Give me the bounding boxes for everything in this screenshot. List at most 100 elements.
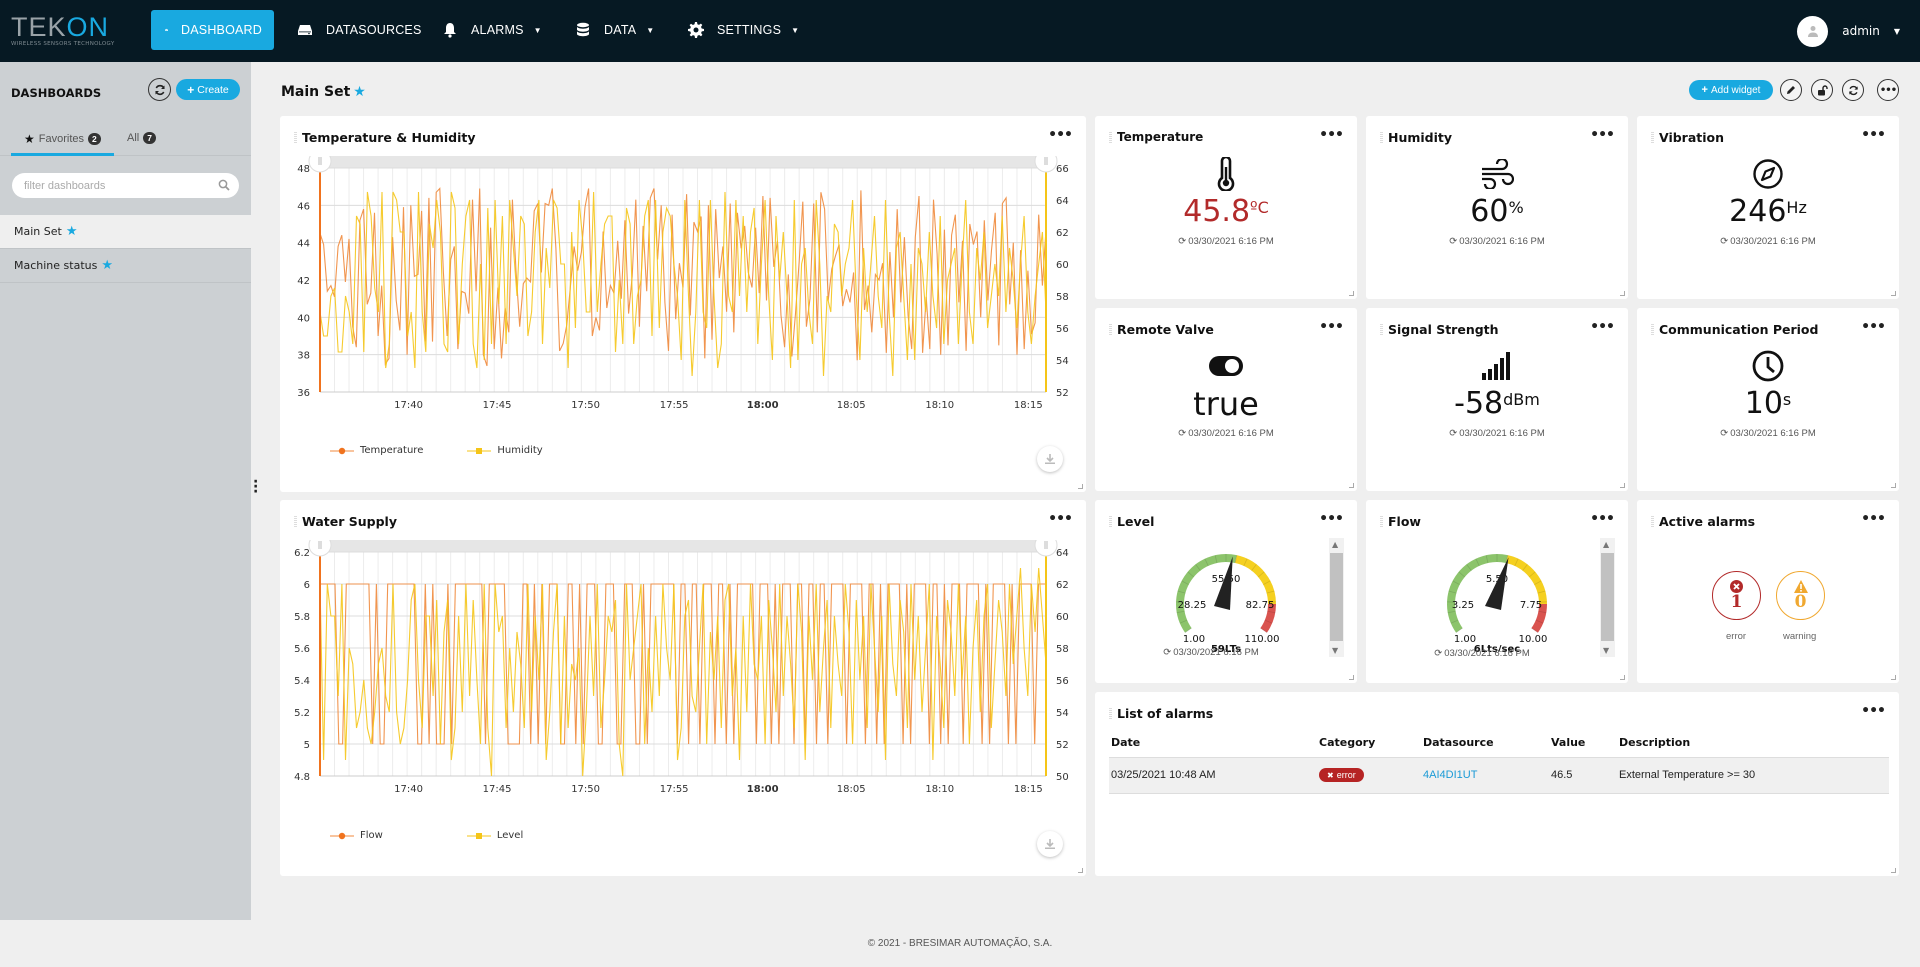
timestamp-text: 03/30/2021 6:16 PM (1459, 428, 1545, 439)
drag-handle[interactable] (1109, 516, 1112, 527)
resize-handle[interactable] (1349, 291, 1354, 296)
widget-temperature: Temperature ••• 45.8ºC ⟳ 03/30/2021 6:16 … (1095, 116, 1357, 299)
widget-menu-button[interactable]: ••• (1048, 511, 1073, 527)
tekon-logo[interactable]: TEKON WIRELESS SENSORS TECHNOLOGY (11, 14, 121, 48)
widget-menu-button[interactable]: ••• (1861, 127, 1886, 143)
widget-menu-button[interactable]: ••• (1861, 319, 1886, 335)
resize-handle[interactable] (1349, 483, 1354, 488)
widget-alarm-list: List of alarms ••• Date Category Datasou… (1095, 692, 1899, 876)
edit-dashboard-button[interactable] (1780, 79, 1802, 101)
warning-alarm-counter[interactable]: 0 (1776, 571, 1825, 620)
drag-handle[interactable] (294, 132, 297, 143)
download-chart-button[interactable] (1037, 831, 1063, 857)
filter-dashboards-input[interactable] (12, 173, 239, 198)
resize-handle[interactable] (1349, 675, 1354, 680)
widget-menu-button[interactable]: ••• (1861, 703, 1886, 719)
nav-datasources[interactable]: DATASOURCES (285, 10, 434, 50)
column-header-description[interactable]: Description (1617, 729, 1889, 757)
resize-handle[interactable] (1620, 483, 1625, 488)
legend-item-temperature[interactable]: Temperature (330, 445, 423, 456)
resize-handle[interactable] (1891, 291, 1896, 296)
drag-handle[interactable] (1109, 708, 1112, 719)
drag-handle[interactable] (1109, 132, 1112, 143)
favorite-star-icon[interactable]: ★ (353, 84, 366, 100)
error-alarm-counter[interactable]: 1 (1712, 571, 1761, 620)
column-header-date[interactable]: Date (1109, 729, 1317, 757)
create-dashboard-button[interactable]: + Create (176, 79, 240, 100)
drag-handle[interactable] (1651, 324, 1654, 335)
dashboard-item-main-set[interactable]: Main Set ★ (0, 215, 251, 249)
scrollbar-thumb[interactable] (1330, 553, 1343, 641)
widget-menu-button[interactable]: ••• (1861, 511, 1886, 527)
drag-handle[interactable] (1380, 516, 1383, 527)
nav-data[interactable]: DATA ▼ (563, 10, 666, 50)
legend-circle-marker (330, 832, 354, 839)
toggle-on-icon[interactable] (1208, 354, 1244, 378)
nav-settings[interactable]: SETTINGS ▼ (676, 10, 811, 50)
resize-handle[interactable] (1891, 868, 1896, 873)
scroll-up-arrow[interactable]: ▲ (1603, 540, 1609, 549)
resize-handle[interactable] (1078, 868, 1083, 873)
resize-handle[interactable] (1891, 483, 1896, 488)
y-right-tick-label: 66 (1056, 164, 1069, 175)
tab-favorites[interactable]: ★ Favorites 2 (24, 132, 101, 146)
value-number: 246 (1729, 194, 1787, 229)
y-right-tick-label: 54 (1056, 708, 1069, 719)
dashboard-item-machine-status[interactable]: Machine status ★ (0, 249, 251, 283)
column-header-datasource[interactable]: Datasource (1421, 729, 1549, 757)
timestamp-clip: ⟳ 03/30/2021 6:16 PM (1366, 648, 1628, 657)
widget-menu-button[interactable]: ••• (1590, 127, 1615, 143)
column-header-category[interactable]: Category (1317, 729, 1421, 757)
download-chart-button[interactable] (1037, 446, 1063, 472)
more-options-button[interactable]: ••• (1877, 79, 1899, 101)
search-icon[interactable] (218, 179, 230, 191)
add-widget-button[interactable]: + Add widget (1689, 80, 1773, 100)
lock-dashboard-button[interactable] (1811, 79, 1833, 101)
legend-item-level[interactable]: Level (466, 830, 523, 841)
unlock-icon (1817, 84, 1828, 95)
legend-label: Humidity (497, 445, 543, 456)
resize-handle[interactable] (1620, 291, 1625, 296)
favorite-star-icon[interactable]: ★ (101, 258, 113, 273)
x-tick-label: 17:55 (660, 400, 689, 411)
widget-menu-button[interactable]: ••• (1319, 511, 1344, 527)
drag-handle[interactable] (294, 516, 297, 527)
datasource-link[interactable]: 4AI4DI1UT (1423, 769, 1477, 781)
favorite-star-icon[interactable]: ★ (66, 224, 78, 239)
drag-handle[interactable] (1109, 324, 1112, 335)
drag-handle[interactable] (1380, 132, 1383, 143)
scrollbar-thumb[interactable] (1601, 553, 1614, 641)
widget-menu-button[interactable]: ••• (1590, 511, 1615, 527)
value-number: 10 (1744, 386, 1783, 421)
legend-item-humidity[interactable]: Humidity (467, 445, 543, 456)
table-row[interactable]: 03/25/2021 10:48 AM ✖ error 4AI4DI1UT 46.… (1109, 756, 1889, 794)
x-tick-label: 17:45 (483, 784, 512, 795)
nav-dashboard[interactable]: DASHBOARD (151, 10, 274, 50)
drag-handle[interactable] (1651, 516, 1654, 527)
nav-alarms[interactable]: ALARMS ▼ (430, 10, 554, 50)
scrollbar[interactable]: ▲ ▼ (1600, 538, 1615, 657)
avatar[interactable] (1797, 15, 1829, 47)
sidebar-resize-handle[interactable]: · · · (253, 475, 258, 499)
column-header-value[interactable]: Value (1549, 729, 1617, 757)
legend-item-flow[interactable]: Flow (330, 830, 383, 841)
scroll-down-arrow[interactable]: ▼ (1603, 646, 1609, 655)
drag-handle[interactable] (1651, 132, 1654, 143)
refresh-dashboards-button[interactable] (148, 78, 171, 101)
scrollbar[interactable]: ▲ ▼ (1329, 538, 1344, 657)
drag-handle[interactable] (1380, 324, 1383, 335)
scroll-up-arrow[interactable]: ▲ (1332, 540, 1338, 549)
widget-menu-button[interactable]: ••• (1048, 127, 1073, 143)
resize-handle[interactable] (1620, 675, 1625, 680)
widget-menu-button[interactable]: ••• (1319, 127, 1344, 143)
scroll-down-arrow[interactable]: ▼ (1332, 646, 1338, 655)
tab-all[interactable]: All 7 (127, 132, 156, 144)
refresh-dashboard-button[interactable] (1842, 79, 1864, 101)
resize-handle[interactable] (1078, 484, 1083, 489)
logo-text-accent: ON (66, 12, 110, 42)
widget-menu-button[interactable]: ••• (1319, 319, 1344, 335)
widget-menu-button[interactable]: ••• (1590, 319, 1615, 335)
user-name[interactable]: admin (1842, 24, 1880, 38)
user-menu[interactable]: admin ▼ (1797, 0, 1920, 62)
resize-handle[interactable] (1891, 675, 1896, 680)
